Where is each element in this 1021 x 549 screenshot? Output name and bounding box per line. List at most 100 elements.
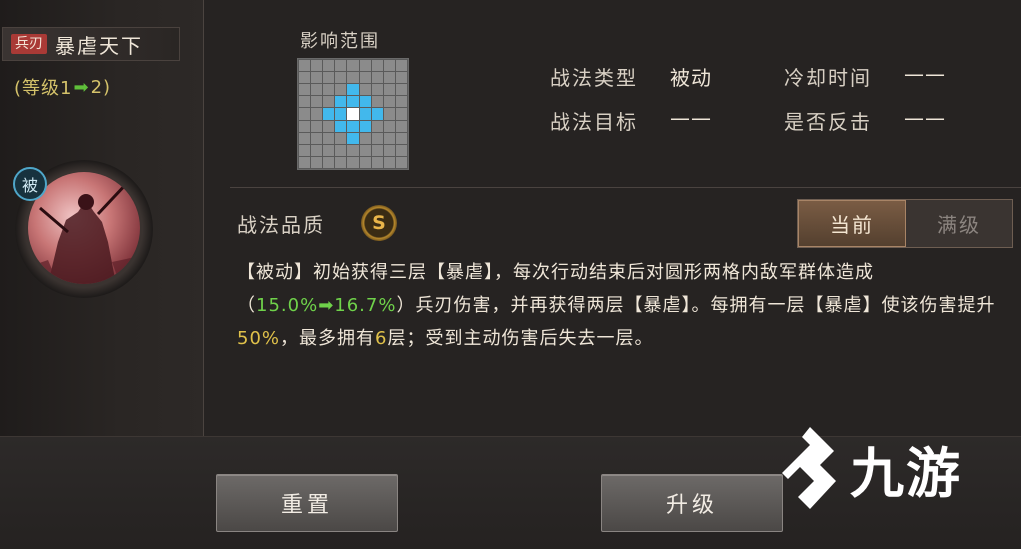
range-cell [311,60,323,72]
range-cell [383,84,395,96]
target-label: 战法目标 [550,110,638,134]
range-cell [335,156,347,168]
range-cell [311,132,323,144]
range-cell [359,156,371,168]
level-to: 2) [90,76,112,98]
skill-type-value: 被动 [670,66,712,90]
range-cell [311,156,323,168]
range-hit-cell [335,120,347,132]
section-divider [230,187,1021,188]
range-cell [359,72,371,84]
range-cell [395,120,407,132]
range-cell [395,96,407,108]
range-cell [335,132,347,144]
range-cell [311,84,323,96]
range-cell [395,72,407,84]
counterattack-value: —— [904,106,946,130]
range-cell [395,60,407,72]
level-from: (等级1 [14,78,73,99]
range-cell [383,60,395,72]
range-cell [323,144,335,156]
range-cell [311,72,323,84]
range-cell [359,60,371,72]
range-cell [299,144,311,156]
range-cell [383,132,395,144]
arrow-right-icon: ➡ [318,295,335,316]
range-cell [371,84,383,96]
range-hit-cell [347,132,359,144]
level-view-toggle: 当前 满级 [797,199,1013,248]
range-cell [311,96,323,108]
range-cell [299,72,311,84]
range-cell [323,96,335,108]
range-cell [323,60,335,72]
reset-button[interactable]: 重置 [216,474,398,532]
range-hit-cell [335,108,347,120]
range-cell [395,156,407,168]
range-cell [359,144,371,156]
range-cell [311,120,323,132]
range-cell [383,120,395,132]
range-hit-cell [347,96,359,108]
range-cell [371,60,383,72]
range-cell [383,72,395,84]
range-hit-cell [359,96,371,108]
range-cell [359,132,371,144]
skill-type-label: 战法类型 [550,66,638,90]
range-cell [383,96,395,108]
range-cell [323,84,335,96]
quality-grade-badge: S [361,205,397,241]
range-hit-cell [347,120,359,132]
range-cell [371,72,383,84]
passive-badge: 被 [13,167,47,201]
damage-to-value: 16.7% [334,295,397,316]
desc-part-2: ）兵刃伤害，并再获得两层【暴虐】。每拥有一层【暴虐】使该伤害提升 [396,295,996,316]
skill-name: 暴虐天下 [55,33,143,58]
range-cell [371,96,383,108]
watermark-text: 九游 [850,441,962,505]
range-cell [299,60,311,72]
max-stacks-value: 6 [375,328,388,349]
range-cell [383,144,395,156]
desc-part-4: 层；受到主动伤害后失去一层。 [387,328,654,349]
range-cell [395,144,407,156]
range-cell [371,144,383,156]
range-cell [299,156,311,168]
range-hit-cell [347,84,359,96]
range-cell [347,72,359,84]
range-cell [335,144,347,156]
desc-part-3: ，最多拥有 [280,328,376,349]
range-hit-cell [323,108,335,120]
range-cell [395,132,407,144]
range-hit-cell [371,108,383,120]
range-hit-cell [359,108,371,120]
range-cell [299,120,311,132]
range-cell [335,60,347,72]
watermark: 九游 [780,418,1000,518]
cooldown-label: 冷却时间 [784,66,872,90]
range-cell [371,120,383,132]
tab-current[interactable]: 当前 [798,200,906,247]
cooldown-value: —— [904,62,946,86]
range-grid [297,58,409,170]
range-cell [323,132,335,144]
range-cell [347,144,359,156]
range-cell [335,84,347,96]
range-cell [383,156,395,168]
arrow-right-icon: ➡ [73,76,90,98]
tab-max-level[interactable]: 满级 [906,200,1012,247]
range-cell [371,132,383,144]
nine-game-logo-icon [782,427,836,509]
range-hit-cell [359,120,371,132]
range-cell [371,156,383,168]
damage-type-badge: 兵刃 [11,34,47,54]
damage-from-value: 15.0% [256,295,319,316]
skill-description: 【被动】初始获得三层【暴虐】，每次行动结束后对圆形两格内敌军群体造成（15.0%… [237,256,1017,355]
range-cell [395,84,407,96]
level-indicator: (等级1 ➡ 2) [14,74,111,100]
upgrade-button[interactable]: 升级 [601,474,783,532]
range-cell [299,108,311,120]
boost-value: 50% [237,328,281,349]
range-cell [311,108,323,120]
range-cell [359,84,371,96]
